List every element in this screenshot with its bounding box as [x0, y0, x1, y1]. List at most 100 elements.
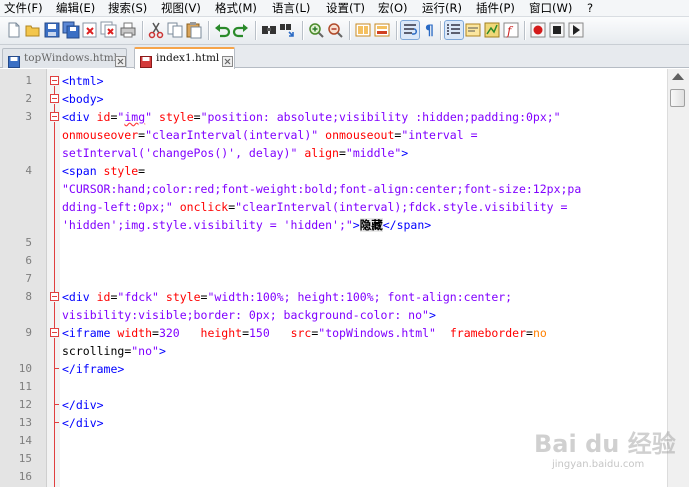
menu-format[interactable]: 格式(M): [215, 1, 257, 16]
value-token: 320: [158, 326, 180, 340]
menu-language[interactable]: 语言(L): [272, 1, 310, 16]
line-number: 15: [18, 452, 32, 465]
menu-search[interactable]: 搜索(S): [108, 1, 147, 16]
tag-token: </div>: [62, 416, 104, 430]
code-line: <html>: [62, 72, 104, 90]
fold-line: [54, 404, 55, 422]
menu-run[interactable]: 运行(R): [422, 1, 462, 16]
save-all-icon[interactable]: [62, 21, 80, 39]
code-line: <div id="img" style="position: absolute;…: [62, 108, 561, 126]
function-list-icon[interactable]: f: [502, 21, 520, 39]
value-token: "img": [117, 110, 153, 124]
paste-icon[interactable]: [185, 21, 203, 39]
tag-token: >: [352, 218, 360, 232]
line-number: 16: [18, 470, 32, 483]
watermark-logo: Bai du 经验: [534, 430, 676, 458]
copy-icon[interactable]: [166, 21, 184, 39]
line-number: 3: [25, 110, 32, 123]
fold-line: [54, 302, 55, 328]
open-file-icon[interactable]: [24, 21, 42, 39]
fold-toggle-icon[interactable]: [50, 112, 59, 121]
tab-label: topWindows.html: [24, 52, 118, 64]
fold-line: [54, 122, 55, 292]
tag-token: </span>: [382, 218, 432, 232]
value-token: "no": [131, 344, 159, 358]
code-line: onmouseover="clearInterval(interval)" on…: [62, 126, 478, 144]
zoom-out-icon[interactable]: [326, 21, 344, 39]
attr-token: height: [200, 326, 243, 340]
show-all-chars-icon[interactable]: ¶: [420, 21, 438, 39]
save-icon[interactable]: [43, 21, 61, 39]
indent-guide-icon[interactable]: [444, 20, 464, 40]
user-define-language-icon[interactable]: [464, 21, 482, 39]
tab-index1[interactable]: index1.html: [134, 47, 235, 69]
fold-toggle-icon[interactable]: [50, 76, 59, 85]
equals-token: =: [242, 326, 249, 340]
menu-file[interactable]: 文件(F): [4, 1, 43, 16]
doc-map-icon[interactable]: [483, 21, 501, 39]
fold-line: [54, 104, 55, 112]
undo-icon[interactable]: [213, 21, 231, 39]
fold-line: [54, 368, 55, 404]
fold-toggle-icon[interactable]: [50, 292, 59, 301]
record-macro-icon[interactable]: [529, 21, 547, 39]
fold-line: [54, 422, 55, 487]
menu-edit[interactable]: 编辑(E): [56, 1, 95, 16]
misspelled-word: img: [124, 110, 146, 124]
menu-help[interactable]: ?: [587, 1, 593, 16]
fold-line: [54, 86, 55, 94]
attr-token: style: [159, 110, 194, 124]
highlighted-text: 隐藏: [359, 218, 383, 232]
find-icon[interactable]: [260, 21, 278, 39]
stop-record-icon[interactable]: [548, 21, 566, 39]
attr-token: width: [117, 326, 153, 340]
toolbar: ¶ f: [0, 17, 689, 45]
sync-vertical-icon[interactable]: [354, 21, 372, 39]
tag-token: <body>: [62, 92, 104, 106]
zoom-in-icon[interactable]: [307, 21, 325, 39]
line-number: 11: [18, 380, 32, 393]
menu-view[interactable]: 视图(V): [161, 1, 201, 16]
close-all-icon[interactable]: [100, 21, 118, 39]
fold-toggle-icon[interactable]: [50, 328, 59, 337]
sync-horizontal-icon[interactable]: [373, 21, 391, 39]
code-line: </div>: [62, 396, 104, 414]
print-icon[interactable]: [119, 21, 137, 39]
value-token: "width:100%; height:100%; font-align:cen…: [207, 290, 513, 304]
menu-settings[interactable]: 设置(T): [326, 1, 365, 16]
cut-icon[interactable]: [147, 21, 165, 39]
tag-token: <div: [62, 290, 97, 304]
tab-close-icon[interactable]: [115, 52, 126, 67]
close-icon[interactable]: [81, 21, 99, 39]
line-number: 13: [18, 416, 32, 429]
replace-icon[interactable]: [279, 21, 297, 39]
play-macro-icon[interactable]: [567, 21, 585, 39]
line-number: 10: [18, 362, 32, 375]
attr-token: frameborder: [449, 326, 527, 340]
menu-macro[interactable]: 宏(O): [378, 1, 408, 16]
attr-token: onmouseover: [62, 128, 139, 142]
svg-text:¶: ¶: [425, 23, 434, 39]
value-token: visibility:visible;border: 0px; backgrou…: [62, 308, 429, 322]
value-token: 'hidden';img.style.visibility = 'hidden'…: [62, 218, 353, 232]
new-file-icon[interactable]: [5, 21, 23, 39]
watermark-url: jingyan.baidu.com: [552, 459, 645, 470]
scroll-up-arrow-icon[interactable]: [672, 73, 684, 80]
tab-topwindows[interactable]: topWindows.html: [2, 48, 127, 68]
tag-token: >: [401, 146, 409, 160]
tag-token: <html>: [62, 74, 104, 88]
menu-plugins[interactable]: 插件(P): [476, 1, 515, 16]
menu-window[interactable]: 窗口(W): [529, 1, 572, 16]
word-wrap-icon[interactable]: [400, 20, 420, 40]
scrollbar-thumb[interactable]: [670, 89, 685, 107]
tab-close-icon[interactable]: [222, 52, 233, 67]
fold-toggle-icon[interactable]: [50, 94, 59, 103]
equals-token: =: [526, 326, 533, 340]
attr-token: id: [96, 290, 111, 304]
redo-icon[interactable]: [232, 21, 250, 39]
line-number: 5: [25, 236, 32, 249]
value-token: "interval =: [401, 128, 478, 142]
